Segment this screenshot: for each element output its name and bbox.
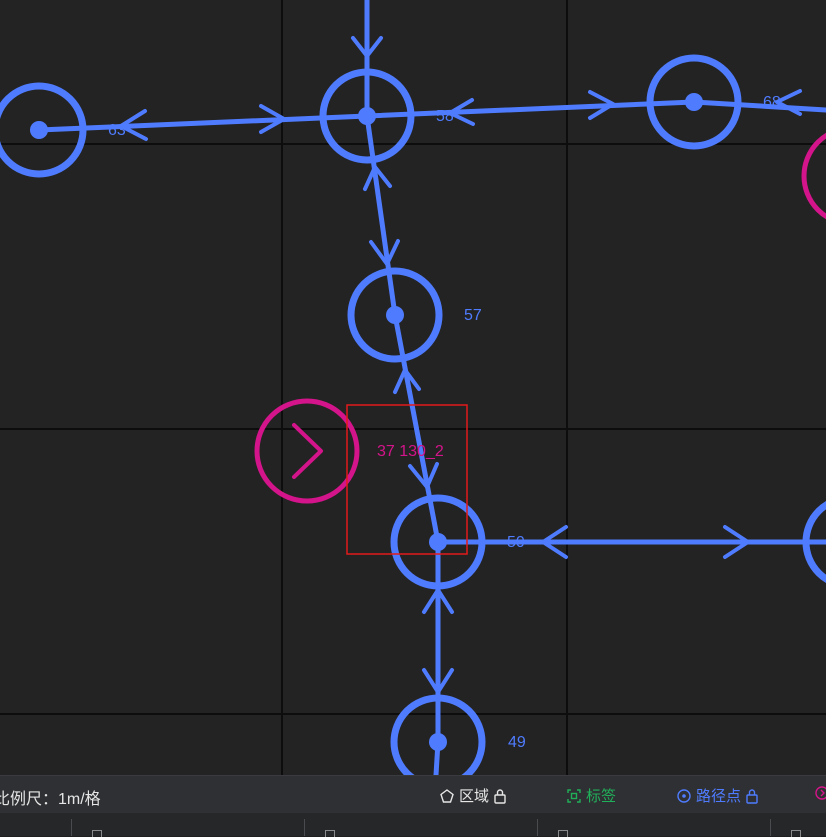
waypoint-label-68: 68 <box>763 94 781 111</box>
waypoint-label-57: 57 <box>464 307 482 324</box>
tag-marker[interactable] <box>254 398 360 504</box>
chevron-circle-icon <box>815 786 826 800</box>
direction-arrows <box>119 36 802 694</box>
tag-scan-icon <box>567 788 581 803</box>
zone-tool-label: 区域 <box>459 788 490 805</box>
tab-divider <box>304 819 305 836</box>
waypoint-tool-button[interactable]: 路径点 <box>676 785 759 806</box>
scale-label: 比例尺：1m/格 <box>0 791 101 808</box>
path-edges <box>36 0 826 775</box>
status-bar: 比例尺：1m/格 区域 标签 路径点 <box>0 775 826 813</box>
chevron-right-icon <box>292 423 323 479</box>
lock-icon[interactable] <box>745 788 759 804</box>
edge-63-58 <box>36 113 370 133</box>
waypoint-tool-label: 路径点 <box>696 788 742 805</box>
waypoint-label-49: 49 <box>508 734 526 751</box>
waypoint-label-50: 50 <box>507 534 525 551</box>
tag-tool-button[interactable]: 标签 <box>566 785 616 806</box>
edge-58-68 <box>364 99 697 119</box>
marker-tool-button[interactable] <box>814 785 826 801</box>
zone-tool-button[interactable]: 区域 <box>439 785 507 806</box>
target-icon <box>677 788 691 803</box>
waypoint-label-58: 58 <box>436 108 454 125</box>
edge-68-right <box>691 99 826 113</box>
bottom-panel-tabs <box>0 813 826 837</box>
waypoint-label-63: 63 <box>108 122 126 139</box>
lock-icon[interactable] <box>493 788 507 804</box>
tag-tool-label: 标签 <box>586 788 617 805</box>
tab-divider <box>770 819 771 836</box>
pentagon-icon <box>440 788 454 803</box>
edge-58-57 <box>364 113 398 318</box>
tab-divider <box>537 819 538 836</box>
map-svg[interactable]: 63 58 68 57 50 49 37 130_2 <box>0 0 826 775</box>
waypoint-dots <box>30 93 703 751</box>
marker-label: 37 130_2 <box>377 443 444 460</box>
selection-box[interactable] <box>346 404 468 555</box>
tab-divider <box>71 819 72 836</box>
map-canvas[interactable]: 63 58 68 57 50 49 37 130_2 <box>0 0 826 775</box>
tag-marker-partial[interactable] <box>801 128 826 224</box>
